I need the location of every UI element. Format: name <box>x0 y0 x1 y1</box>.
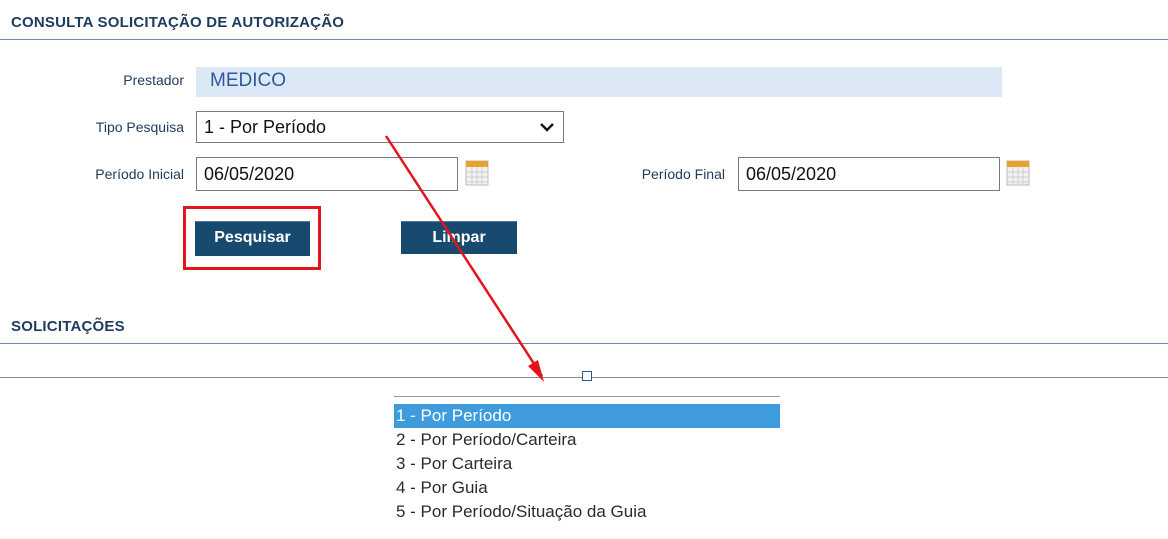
dropdown-option[interactable]: 5 - Por Período/Situação da Guia <box>394 500 780 524</box>
tipo-pesquisa-dropdown: 1 - Por Período 2 - Por Período/Carteira 3… <box>394 404 780 534</box>
header-divider <box>0 39 1168 40</box>
periodo-inicial-value: 06/05/2020 <box>204 164 295 184</box>
dropdown-option[interactable]: 2 - Por Período/Carteira <box>394 428 780 452</box>
periodo-inicial-label: Período Inicial <box>95 166 184 182</box>
page-title: CONSULTA SOLICITAÇÃO DE AUTORIZAÇÃO <box>11 14 345 31</box>
calendar-icon[interactable] <box>1006 159 1030 187</box>
arrow-annotation-icon <box>384 135 544 382</box>
results-title: SOLICITAÇÕES <box>11 318 125 335</box>
periodo-final-label: Período Final <box>641 166 725 182</box>
tipo-pesquisa-value: 1 - Por Período <box>204 117 327 137</box>
dropdown-option[interactable]: 1 - Por Período <box>394 404 780 428</box>
search-button[interactable]: Pesquisar <box>195 221 310 256</box>
prestador-field: MEDICO <box>196 67 1002 97</box>
prestador-value: MEDICO <box>210 70 286 91</box>
periodo-final-value: 06/05/2020 <box>746 164 837 184</box>
dropdown-option[interactable]: 4 - Por Guia <box>394 476 780 500</box>
dropdown-top-border <box>394 396 780 397</box>
periodo-final-input[interactable]: 06/05/2020 <box>738 157 1000 191</box>
prestador-label: Prestador <box>123 72 184 88</box>
results-divider <box>0 343 1168 344</box>
dropdown-option[interactable]: 3 - Por Carteira <box>394 452 780 476</box>
resize-handle[interactable] <box>582 371 592 381</box>
tipo-pesquisa-label: Tipo Pesquisa <box>95 119 184 135</box>
